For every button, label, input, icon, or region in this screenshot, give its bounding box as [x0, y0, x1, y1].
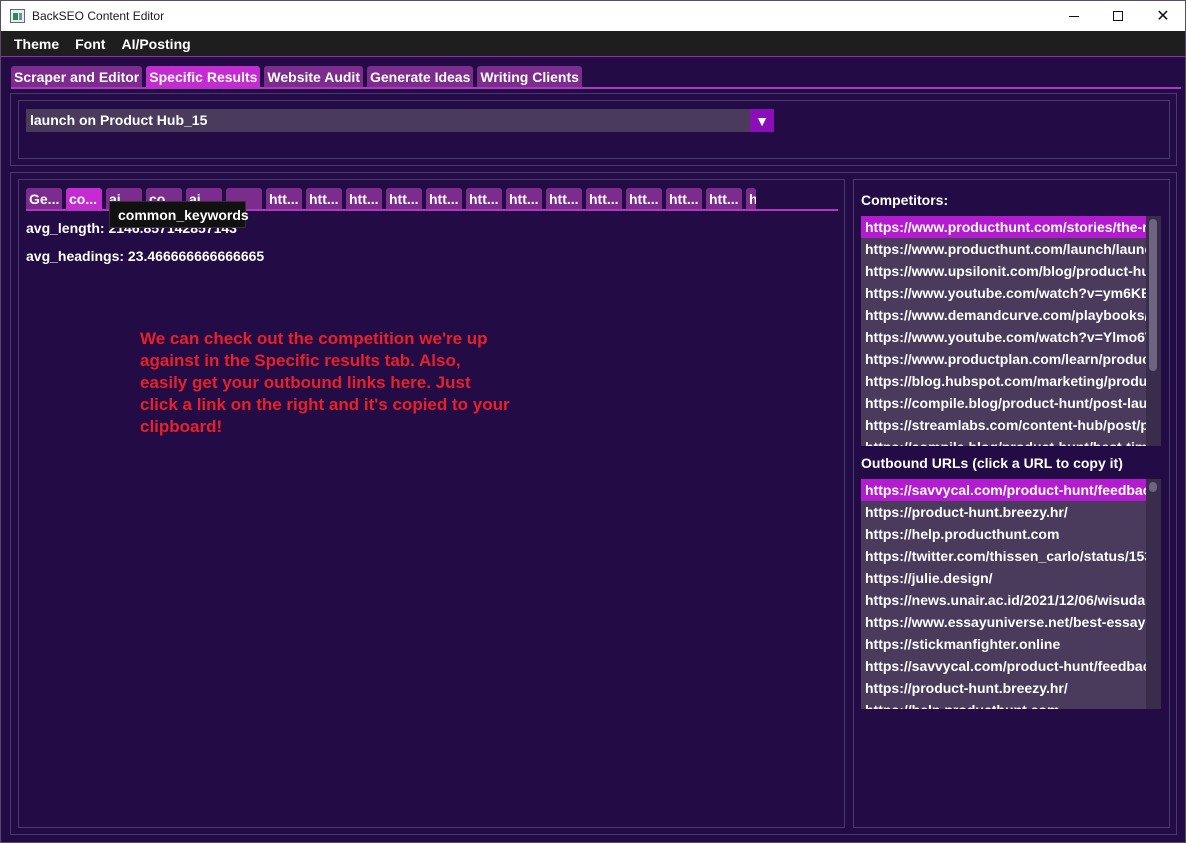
competitors-scroll-thumb[interactable] [1149, 219, 1157, 371]
result-tab[interactable]: htt... [346, 188, 382, 210]
competitors-scrollbar[interactable] [1146, 216, 1161, 446]
competitor-item[interactable]: https://www.demandcurve.com/playbooks/p [861, 304, 1146, 326]
results-panel [18, 179, 845, 828]
result-tab[interactable]: htt... [746, 188, 756, 210]
outbound-list[interactable]: https://savvycal.com/product-hunt/feedba… [861, 479, 1161, 709]
outbound-url-item[interactable]: https://twitter.com/thissen_carlo/status… [861, 545, 1146, 567]
menu-theme[interactable]: Theme [6, 36, 67, 52]
minimize-icon [1069, 15, 1079, 17]
competitor-item[interactable]: https://compile.blog/product-hunt/best-t… [861, 436, 1146, 446]
menu-ai-posting[interactable]: AI/Posting [113, 36, 198, 52]
outbound-scrollbar[interactable] [1146, 479, 1161, 709]
tab-writing-clients[interactable]: Writing Clients [477, 66, 582, 88]
close-icon: ✕ [1156, 8, 1170, 25]
minimize-button[interactable] [1051, 1, 1097, 31]
app-icon [10, 9, 25, 23]
result-tab[interactable]: htt... [666, 188, 702, 210]
triangle-down-icon[interactable]: ▼ [750, 109, 774, 132]
menu-font[interactable]: Font [67, 36, 113, 52]
competitor-item[interactable]: https://www.upsilonit.com/blog/product-h… [861, 260, 1146, 282]
competitor-item[interactable]: https://www.youtube.com/watch?v=ym6KB2 [861, 282, 1146, 304]
result-tab[interactable]: Ge... [26, 188, 62, 210]
competitor-item[interactable]: https://compile.blog/product-hunt/post-l… [861, 392, 1146, 414]
outbound-url-item[interactable]: https://savvycal.com/product-hunt/feedba… [861, 655, 1146, 677]
outbound-url-item[interactable]: https://julie.design/ [861, 567, 1146, 589]
competitors-list[interactable]: https://www.producthunt.com/stories/the-… [861, 216, 1161, 446]
keyword-select-value: launch on Product Hub_15 [30, 112, 208, 128]
outbound-url-item[interactable]: https://product-hunt.breezy.hr/ [861, 501, 1146, 523]
result-tab[interactable]: htt... [506, 188, 542, 210]
menu-bar: Theme Font AI/Posting [1, 31, 1185, 57]
window-title: BackSEO Content Editor [32, 9, 165, 23]
result-tab[interactable]: htt... [626, 188, 662, 210]
outbound-url-item[interactable]: https://stickmanfighter.online [861, 633, 1146, 655]
tab-specific-results[interactable]: Specific Results [146, 66, 261, 88]
outbound-url-item[interactable]: https://help.producthunt.com [861, 523, 1146, 545]
result-tab[interactable]: htt... [266, 188, 302, 210]
competitors-label: Competitors: [861, 192, 949, 208]
outbound-url-item[interactable]: https://savvycal.com/product-hunt/feedba… [861, 479, 1146, 501]
competitor-item[interactable]: https://www.productplan.com/learn/produc… [861, 348, 1146, 370]
outbound-url-item[interactable]: https://news.unair.ac.id/2021/12/06/wisu… [861, 589, 1146, 611]
tab-tooltip: common_keywords [109, 201, 249, 228]
result-tab[interactable]: htt... [466, 188, 502, 210]
competitor-item[interactable]: https://streamlabs.com/content-hub/post/… [861, 414, 1146, 436]
outbound-label: Outbound URLs (click a URL to copy it) [861, 455, 1123, 471]
title-bar[interactable]: BackSEO Content Editor ✕ [1, 1, 1185, 31]
maximize-icon [1113, 11, 1123, 21]
result-tab[interactable]: co... [66, 188, 102, 210]
outbound-url-item[interactable]: https://www.essayuniverse.net/best-essay… [861, 611, 1146, 633]
keyword-select[interactable]: launch on Product Hub_15 ▼ [26, 109, 774, 132]
main-tab-bar: Scraper and Editor Specific Results Webs… [11, 66, 582, 88]
tab-underline [11, 87, 1181, 89]
result-tab[interactable]: htt... [706, 188, 742, 210]
result-tab[interactable]: htt... [546, 188, 582, 210]
outbound-url-item[interactable]: https://help.producthunt.com [861, 699, 1146, 709]
avg-headings-text: avg_headings: 23.466666666666665 [26, 248, 265, 264]
tab-generate-ideas[interactable]: Generate Ideas [366, 66, 474, 88]
result-tab[interactable]: htt... [426, 188, 462, 210]
close-button[interactable]: ✕ [1140, 1, 1186, 31]
result-tab[interactable]: htt... [306, 188, 342, 210]
annotation-text: We can check out the competition we're u… [140, 329, 510, 436]
result-tab[interactable]: htt... [386, 188, 422, 210]
competitor-item[interactable]: https://blog.hubspot.com/marketing/produ… [861, 370, 1146, 392]
tab-scraper-and-editor[interactable]: Scraper and Editor [11, 66, 143, 88]
competitor-item[interactable]: https://www.producthunt.com/stories/the-… [861, 216, 1146, 238]
outbound-url-item[interactable]: https://product-hunt.breezy.hr/ [861, 677, 1146, 699]
maximize-button[interactable] [1095, 1, 1141, 31]
outbound-scroll-thumb[interactable] [1149, 482, 1157, 492]
competitor-item[interactable]: https://www.youtube.com/watch?v=Ylmo6V [861, 326, 1146, 348]
competitor-item[interactable]: https://www.producthunt.com/launch/launc… [861, 238, 1146, 260]
result-tab[interactable]: htt... [586, 188, 622, 210]
tab-website-audit[interactable]: Website Audit [264, 66, 363, 88]
app-window: BackSEO Content Editor ✕ Theme Font AI/P… [0, 0, 1186, 843]
